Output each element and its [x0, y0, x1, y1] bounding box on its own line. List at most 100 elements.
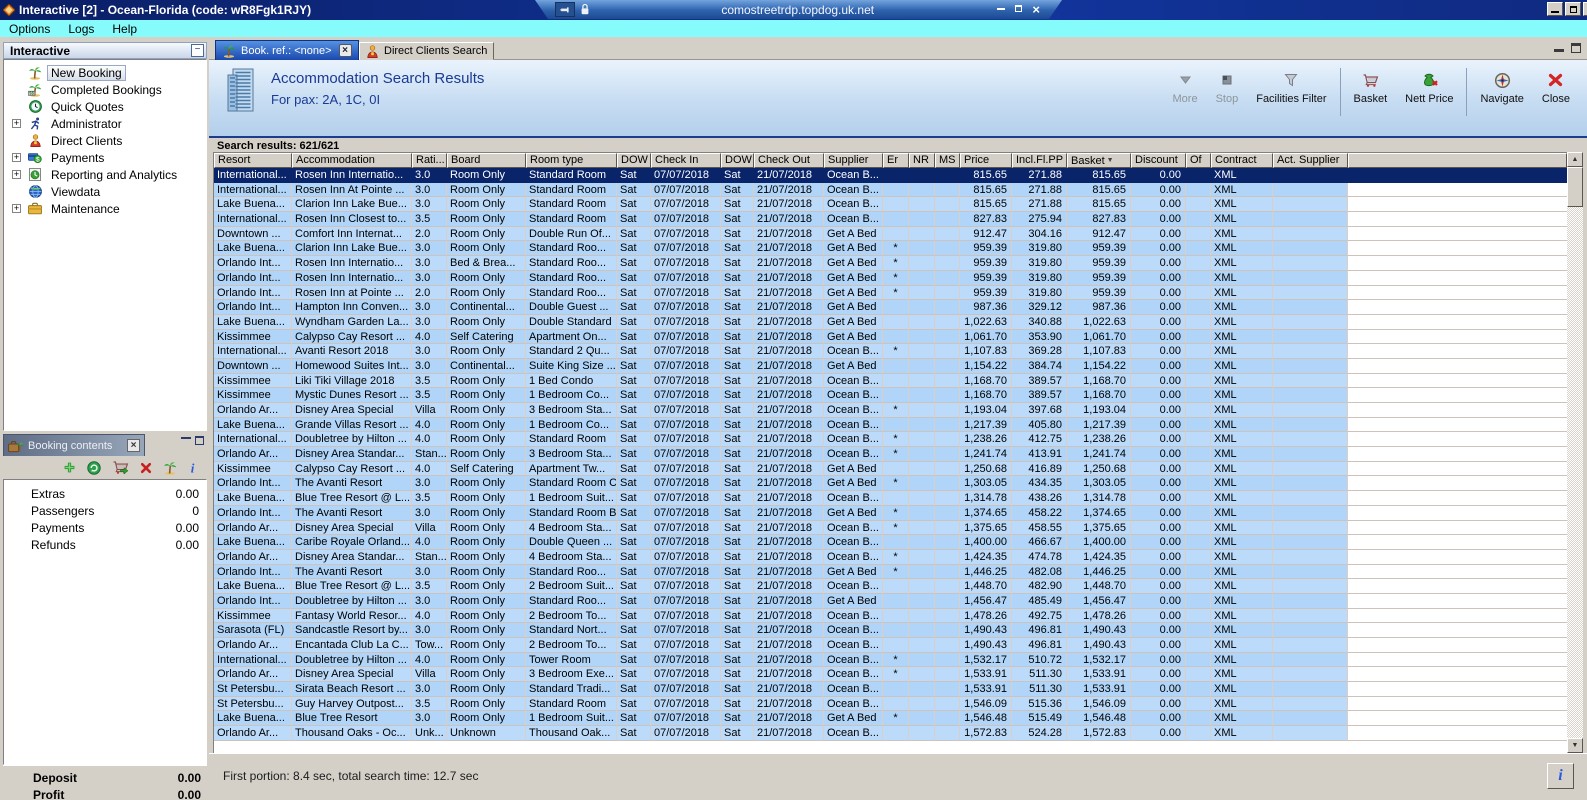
- sidebar-item-new-booking[interactable]: New Booking: [4, 64, 206, 81]
- table-row[interactable]: Orlando Int... Rosen Inn at Pointe ... 2.0…: [214, 285, 1567, 301]
- column-header-dow1[interactable]: DOW: [617, 153, 651, 168]
- table-row[interactable]: International... Rosen Inn Closest to... 3…: [214, 212, 1567, 227]
- refresh-button[interactable]: [87, 460, 101, 475]
- table-row[interactable]: Lake Buena... Caribe Royale Orland... 4.0 R…: [214, 535, 1567, 550]
- booking-contents-maximize-button[interactable]: [195, 436, 204, 445]
- table-vertical-scrollbar[interactable]: ▲ ▼: [1567, 152, 1583, 753]
- delete-button[interactable]: [140, 462, 152, 474]
- expand-icon[interactable]: +: [12, 170, 21, 179]
- column-header-resort[interactable]: Resort: [214, 153, 292, 168]
- tab-book-ref-none-[interactable]: Book. ref.: <none> ×: [215, 40, 359, 60]
- table-row[interactable]: St Petersbu... Guy Harvey Outpost... 3.5 Ro…: [214, 696, 1567, 712]
- table-row[interactable]: Lake Buena... Clarion Inn Lake Bue... 3.0 R…: [214, 197, 1567, 213]
- booking-contents-tab[interactable]: Booking contents ×: [3, 434, 145, 456]
- window-close-button[interactable]: [1583, 2, 1587, 16]
- window-minimize-button[interactable]: [1547, 2, 1563, 16]
- close-button[interactable]: Close: [1533, 66, 1579, 118]
- pin-icon[interactable]: [555, 2, 575, 17]
- table-row[interactable]: Kissimmee Calypso Cay Resort ... 4.0 Self C…: [214, 461, 1567, 477]
- expand-icon[interactable]: +: [12, 204, 21, 213]
- menu-item-options[interactable]: Options: [0, 22, 59, 36]
- column-header-er[interactable]: Er: [883, 153, 909, 168]
- facilities-filter-button[interactable]: Facilities Filter: [1247, 66, 1335, 118]
- sidebar-item-completed-bookings[interactable]: $$ Completed Bookings: [4, 81, 206, 98]
- rdp-restore-button[interactable]: [1015, 5, 1022, 12]
- sidebar-item-quick-quotes[interactable]: Quick Quotes: [4, 98, 206, 115]
- table-row[interactable]: Orlando Int... Doubletree by Hilton ... 3.…: [214, 593, 1567, 609]
- mdi-minimize-button[interactable]: [1554, 43, 1564, 52]
- table-row[interactable]: Orlando Ar... Disney Area Standar... Stan.…: [214, 549, 1567, 565]
- sidebar-item-maintenance[interactable]: + Maintenance: [4, 200, 206, 217]
- table-row[interactable]: Orlando Ar... Thousand Oaks - Oc... Unk...…: [214, 726, 1567, 741]
- basket-button[interactable]: Basket: [1345, 66, 1397, 118]
- table-row[interactable]: Orlando Ar... Disney Area Special Villa Roo…: [214, 520, 1567, 536]
- nett-price-button[interactable]: Nett Price: [1396, 66, 1462, 118]
- table-row[interactable]: Lake Buena... Wyndham Garden La... 3.0 Room…: [214, 314, 1567, 330]
- info-button[interactable]: i: [1547, 763, 1574, 789]
- table-row[interactable]: Sarasota (FL) Sandcastle Resort by... 3.0 R…: [214, 623, 1567, 638]
- column-header-board[interactable]: Board: [447, 153, 526, 168]
- table-row[interactable]: Downtown ... Homewood Suites Int... 3.0 Con…: [214, 358, 1567, 374]
- table-row[interactable]: Lake Buena... Grande Villas Resort ... 4.0…: [214, 417, 1567, 433]
- column-header-check_out[interactable]: Check Out: [754, 153, 824, 168]
- column-header-nr[interactable]: NR: [909, 153, 935, 168]
- scroll-up-icon[interactable]: ▲: [1567, 152, 1583, 167]
- expand-icon[interactable]: +: [12, 153, 21, 162]
- plus-button[interactable]: [63, 461, 76, 474]
- expand-icon[interactable]: +: [12, 119, 21, 128]
- table-row[interactable]: Orlando Ar... Disney Area Special Villa Roo…: [214, 667, 1567, 683]
- table-row[interactable]: International... Avanti Resort 2018 3.0 Roo…: [214, 344, 1567, 359]
- rdp-minimize-button[interactable]: [997, 8, 1005, 10]
- tab-direct-clients-search[interactable]: Direct Clients Search: [359, 42, 495, 60]
- cart-add-button[interactable]: [112, 460, 129, 475]
- table-row[interactable]: Orlando Int... Rosen Inn Internatio... 3.0…: [214, 256, 1567, 271]
- menu-item-logs[interactable]: Logs: [59, 22, 103, 36]
- table-row[interactable]: Orlando Ar... Encantada Club La C... Tow..…: [214, 638, 1567, 653]
- sidebar-item-viewdata[interactable]: Viewdata: [4, 183, 206, 200]
- table-row[interactable]: Lake Buena... Blue Tree Resort @ L... 3.5 R…: [214, 491, 1567, 506]
- table-row[interactable]: Kissimmee Calypso Cay Resort ... 4.0 Self C…: [214, 329, 1567, 345]
- menu-item-help[interactable]: Help: [103, 22, 146, 36]
- table-row[interactable]: Orlando Int... The Avanti Resort 3.0 Room O…: [214, 505, 1567, 521]
- table-row[interactable]: Lake Buena... Blue Tree Resort @ L... 3.5 R…: [214, 579, 1567, 594]
- panel-collapse-button[interactable]: −: [191, 44, 204, 57]
- column-header-basket[interactable]: Basket ▼: [1067, 153, 1131, 168]
- table-row[interactable]: Orlando Int... The Avanti Resort 3.0 Room O…: [214, 564, 1567, 580]
- column-header-accommodation[interactable]: Accommodation: [292, 153, 412, 168]
- table-row[interactable]: Kissimmee Mystic Dunes Resort ... 3.5 Room …: [214, 388, 1567, 403]
- column-header-of[interactable]: Of: [1186, 153, 1211, 168]
- palm-button[interactable]: [163, 461, 177, 475]
- column-header-dow2[interactable]: DOW: [721, 153, 754, 168]
- booking-contents-close-icon[interactable]: ×: [127, 439, 140, 452]
- column-header-price[interactable]: Price: [960, 153, 1012, 168]
- booking-contents-minimize-button[interactable]: [181, 436, 191, 439]
- table-row[interactable]: Kissimmee Fantasy World Resor... 4.0 Room O…: [214, 608, 1567, 624]
- column-header-act_supplier[interactable]: Act. Supplier: [1273, 153, 1348, 168]
- sidebar-item-reporting-and-analytics[interactable]: + Reporting and Analytics: [4, 166, 206, 183]
- table-row[interactable]: Orlando Ar... Disney Area Special Villa Roo…: [214, 403, 1567, 418]
- table-row[interactable]: Orlando Int... The Avanti Resort 3.0 Room O…: [214, 476, 1567, 492]
- table-row[interactable]: International... Rosen Inn At Pointe ... 3…: [214, 182, 1567, 198]
- window-restore-button[interactable]: [1565, 2, 1581, 16]
- info-button[interactable]: i: [188, 461, 197, 475]
- mdi-maximize-button[interactable]: [1571, 43, 1581, 53]
- column-header-incl_fl_pp[interactable]: Incl.Fl.PP: [1012, 153, 1067, 168]
- sidebar-item-payments[interactable]: + $ Payments: [4, 149, 206, 166]
- tab-close-icon[interactable]: ×: [338, 44, 352, 57]
- table-row[interactable]: Kissimmee Liki Tiki Village 2018 3.5 Room O…: [214, 373, 1567, 389]
- column-header-discount[interactable]: Discount: [1131, 153, 1186, 168]
- column-header-contract[interactable]: Contract: [1211, 153, 1273, 168]
- column-header-ms[interactable]: MS: [935, 153, 960, 168]
- table-row[interactable]: International... Rosen Inn Internatio... 3…: [214, 168, 1567, 183]
- table-row[interactable]: Lake Buena... Clarion Inn Lake Bue... 3.0 R…: [214, 241, 1567, 257]
- rdp-close-button[interactable]: ×: [1032, 5, 1040, 15]
- table-row[interactable]: Orlando Int... Rosen Inn Internatio... 3.0…: [214, 270, 1567, 286]
- column-header-supplier[interactable]: Supplier: [824, 153, 883, 168]
- scroll-down-icon[interactable]: ▼: [1567, 738, 1583, 753]
- sidebar-item-direct-clients[interactable]: Direct Clients: [4, 132, 206, 149]
- table-row[interactable]: International... Doubletree by Hilton ...…: [214, 652, 1567, 668]
- column-header-check_in[interactable]: Check In: [651, 153, 721, 168]
- table-row[interactable]: International... Doubletree by Hilton ...…: [214, 432, 1567, 448]
- table-row[interactable]: Orlando Ar... Disney Area Standar... Stan.…: [214, 447, 1567, 462]
- table-row[interactable]: St Petersbu... Sirata Beach Resort ... 3.0…: [214, 682, 1567, 697]
